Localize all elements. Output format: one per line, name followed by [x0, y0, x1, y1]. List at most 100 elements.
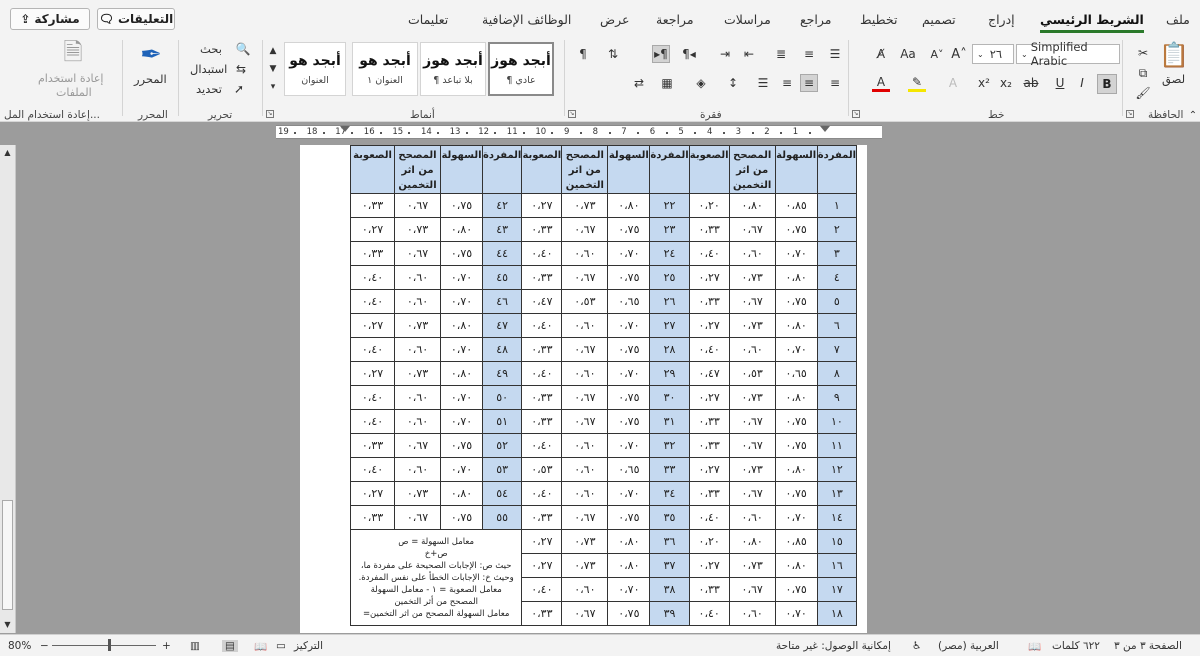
editor-icon[interactable]: ✒ — [136, 40, 166, 70]
sort-icon[interactable]: ⇅ — [604, 45, 622, 63]
accessibility-icon[interactable]: ♿ — [912, 640, 921, 652]
change-case-icon[interactable]: Aa — [896, 45, 920, 63]
style-heading-1[interactable]: أبجد هو العنوان ١ — [352, 42, 418, 96]
read-mode-icon[interactable]: 📖 — [254, 640, 267, 653]
select-label[interactable]: تحديد — [196, 82, 222, 96]
web-layout-icon[interactable]: ▥ — [190, 640, 200, 652]
scroll-down-icon[interactable]: ▼ — [0, 617, 15, 631]
scroll-up-icon[interactable]: ▲ — [0, 145, 15, 159]
ltr-direction-icon[interactable]: ▸¶ — [652, 45, 670, 63]
table-cell: ٠،٦٧ — [728, 409, 776, 434]
zoom-slider-thumb[interactable] — [108, 639, 111, 651]
table-cell: ٥١ — [481, 409, 523, 434]
table-row: ٦ ٠،٨٠ ٠،٧٣ ٠،٢٧ ٢٧ ٠،٧٠ ٠،٦٠ ٠،٤٠ ٤٧ ٠،٨٠ ٠،٧٣ ٠،٢… — [350, 313, 858, 338]
table-header-cell: الصعوبة — [688, 145, 730, 194]
replace-label[interactable]: استبدال — [190, 62, 227, 76]
tab-layout[interactable]: تخطيط — [860, 12, 897, 27]
font-name-select[interactable]: ⌄ Simplified Arabic — [1016, 40, 1120, 68]
right-indent-marker[interactable] — [820, 126, 830, 132]
paragraph-launcher-icon[interactable]: ↘ — [568, 110, 576, 118]
ruler-bar[interactable]: 19 18 17 16 15 14 13 12 11 10 9 8 7 6 5 4 3 2 1 — [276, 125, 882, 139]
focus-label[interactable]: التركيز — [294, 640, 323, 652]
print-layout-icon[interactable]: ▤ — [222, 640, 238, 652]
bullets-icon[interactable]: ☰ — [826, 45, 844, 63]
align-center-icon[interactable]: ≡ — [800, 74, 818, 92]
align-right-icon[interactable]: ≡ — [826, 74, 844, 92]
styles-launcher-icon[interactable]: ↘ — [266, 110, 274, 118]
style-normal[interactable]: أبجد هوز ¶ عادي — [488, 42, 554, 96]
left-indent-marker[interactable] — [340, 126, 350, 132]
table-cell: ١٢ — [816, 457, 858, 482]
multilevel-list-icon[interactable]: ≣ — [772, 45, 790, 63]
bold-button[interactable]: B — [1097, 74, 1117, 94]
tab-insert[interactable]: إدراج — [988, 12, 1015, 27]
text-direction-icon[interactable]: ⇄ — [630, 74, 648, 92]
accessibility-status[interactable]: إمكانية الوصول: غير متاحة — [776, 640, 891, 652]
language[interactable]: العربية (مصر) — [938, 640, 999, 652]
font-size-select[interactable]: ⌄ ٢٦ — [972, 44, 1014, 64]
zoom-in-icon[interactable]: + — [162, 640, 171, 652]
text-effects-icon[interactable]: A — [944, 74, 962, 92]
style-title[interactable]: أبجد هو العنوان — [284, 42, 346, 96]
zoom-slider[interactable] — [52, 645, 156, 646]
decrease-indent-icon[interactable]: ⇤ — [740, 45, 758, 63]
line-spacing-icon[interactable]: ↕ — [724, 74, 742, 92]
cut-icon[interactable]: ✂ — [1134, 44, 1152, 62]
strikethrough-icon[interactable]: ab — [1022, 74, 1040, 92]
ruler-number: 10 — [535, 127, 547, 137]
styles-scroll-down-icon[interactable]: ▼ — [266, 60, 280, 78]
justify-icon[interactable]: ☰ — [754, 74, 772, 92]
editor-label[interactable]: المحرر — [134, 72, 167, 86]
shrink-font-icon[interactable]: A ˅ — [928, 45, 946, 63]
tab-file[interactable]: ملف — [1166, 12, 1190, 27]
page-count[interactable]: الصفحة ٣ من ٣ — [1114, 640, 1182, 652]
word-count[interactable]: ٦٢٢ كلمات — [1052, 640, 1100, 652]
comments-button[interactable]: 🗨 التعليقات — [97, 8, 175, 30]
show-marks-icon[interactable]: ¶ — [574, 45, 592, 63]
tab-review[interactable]: مراجعة — [656, 12, 694, 27]
find-label[interactable]: بحث — [200, 42, 222, 56]
subscript-icon[interactable]: x₂ — [997, 74, 1015, 92]
styles-scroll-up-icon[interactable]: ▲ — [266, 42, 280, 60]
shading-icon[interactable]: ◈ — [692, 74, 710, 92]
zoom-level[interactable]: 80% — [8, 640, 31, 652]
style-no-spacing[interactable]: أبجد هوز ¶ بلا تباعد — [420, 42, 486, 96]
table-header-cell: المصحح من اثر التخمين — [561, 145, 609, 194]
tab-mailings[interactable]: مراسلات — [724, 12, 771, 27]
align-left-icon[interactable]: ≡ — [778, 74, 796, 92]
numbering-icon[interactable]: ≡ — [800, 45, 818, 63]
font-color-icon[interactable]: A — [872, 74, 890, 92]
tab-addins[interactable]: الوظائف الإضافية — [482, 12, 571, 27]
underline-icon[interactable]: U — [1051, 74, 1069, 92]
scrollbar-thumb[interactable] — [2, 500, 13, 610]
highlight-icon[interactable]: ✎ — [908, 74, 926, 92]
vertical-scrollbar[interactable]: ▲ ▼ — [0, 145, 16, 633]
tab-help[interactable]: تعليمات — [408, 12, 448, 27]
tab-home[interactable]: الشريط الرئيسي — [1040, 12, 1144, 33]
borders-icon[interactable]: ▦ — [658, 74, 676, 92]
zoom-out-icon[interactable]: − — [40, 640, 49, 652]
rtl-direction-icon[interactable]: ¶◂ — [680, 45, 698, 63]
select-cursor-icon[interactable]: ➚ — [230, 80, 248, 98]
format-painter-icon[interactable]: 🖌 — [1134, 84, 1152, 102]
copy-icon[interactable]: ⧉ — [1134, 64, 1152, 82]
increase-indent-icon[interactable]: ⇥ — [716, 45, 734, 63]
clipboard-launcher-icon[interactable]: ↘ — [1126, 110, 1134, 118]
replace-icon[interactable]: ⇆ — [232, 60, 250, 78]
proofing-icon[interactable]: 📖 — [1028, 640, 1041, 653]
paste-icon[interactable]: 📋 — [1159, 40, 1189, 70]
superscript-icon[interactable]: x² — [975, 74, 993, 92]
paste-label[interactable]: لصق — [1162, 72, 1185, 86]
tab-references[interactable]: مراجع — [800, 12, 831, 27]
styles-more-icon[interactable]: ▾ — [266, 78, 280, 96]
tab-design[interactable]: تصميم — [922, 12, 956, 27]
clear-format-icon[interactable]: A̸ — [872, 45, 890, 63]
document-page[interactable]: المفردة السهولة المصحح من اثر التخمين الصعو… — [300, 145, 867, 633]
italic-icon[interactable]: I — [1073, 74, 1091, 92]
grow-font-icon[interactable]: A ˄ — [950, 45, 968, 63]
focus-icon[interactable]: ▭ — [276, 640, 286, 652]
tab-view[interactable]: عرض — [600, 12, 629, 27]
font-launcher-icon[interactable]: ↘ — [852, 110, 860, 118]
share-button[interactable]: ⇪ مشاركة — [10, 8, 90, 30]
search-icon[interactable]: 🔍 — [234, 40, 252, 58]
